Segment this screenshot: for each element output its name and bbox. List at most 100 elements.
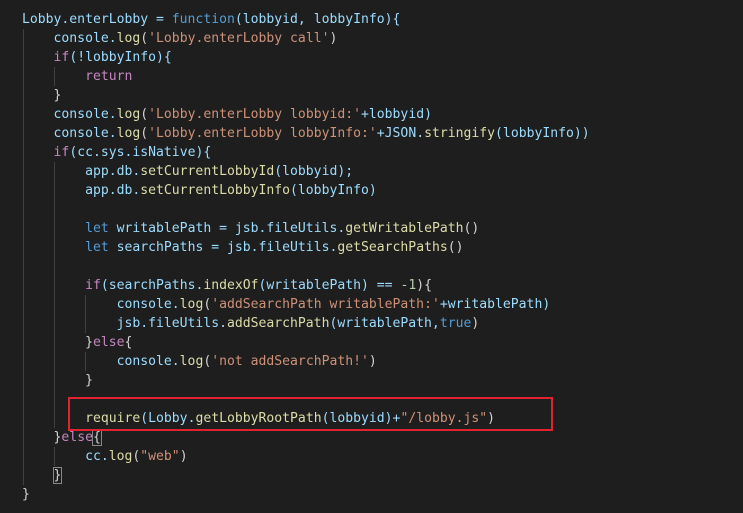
code-token: function	[171, 12, 235, 27]
code-token: let	[85, 221, 109, 236]
code-line[interactable]: jsb.fileUtils.addSearchPath(writablePath…	[22, 314, 480, 333]
code-token: (!lobbyInfo){	[69, 50, 172, 65]
code-token: +JSON.	[376, 126, 425, 141]
code-line[interactable]: }	[22, 371, 93, 390]
code-token: )	[368, 354, 377, 369]
code-token: (writablePath,	[329, 316, 440, 331]
code-token: )	[329, 31, 338, 46]
code-line[interactable]: cc.log("web")	[22, 447, 188, 466]
code-line[interactable]: }	[22, 466, 63, 485]
code-line[interactable]: app.db.setCurrentLobbyId(lobbyid);	[22, 162, 353, 181]
code-token: if	[53, 145, 70, 160]
code-token: stringify	[424, 126, 496, 141]
code-token: log	[179, 297, 204, 312]
code-token: ){	[416, 278, 432, 293]
code-line[interactable]: console.log('Lobby.enterLobby lobbyInfo:…	[22, 124, 590, 143]
code-line[interactable]: }else{	[22, 333, 132, 352]
code-line[interactable]: console.log('Lobby.enterLobby call')	[22, 29, 338, 48]
code-line[interactable]: console.log('not addSearchPath!')	[22, 352, 377, 371]
code-token: 'Lobby.enterLobby lobbyid:'	[148, 107, 362, 122]
code-token: (lobbyid);	[274, 164, 354, 179]
code-token: setCurrentLobbyInfo	[140, 183, 291, 198]
code-token: let	[85, 240, 109, 255]
code-token: true	[439, 316, 472, 331]
code-line[interactable]: if(cc.sys.isNative){	[22, 143, 212, 162]
code-token: (lobbyid, lobbyInfo){	[234, 12, 401, 27]
code-editor[interactable]: Lobby.enterLobby = function(lobbyid, lob…	[0, 0, 743, 513]
code-token: (searchPaths.	[100, 278, 204, 293]
code-line[interactable]: let searchPaths = jsb.fileUtils.getSearc…	[22, 238, 464, 257]
code-token: log	[116, 126, 141, 141]
code-line[interactable]: let writablePath = jsb.fileUtils.getWrit…	[22, 219, 479, 238]
code-line[interactable]: console.log('Lobby.enterLobby lobbyid:'+…	[22, 105, 432, 124]
code-token: log	[116, 31, 141, 46]
code-token: ()	[447, 240, 464, 255]
code-line[interactable]: return	[22, 67, 132, 86]
code-token: Lobby.enterLobby =	[22, 12, 172, 27]
code-line[interactable]: app.db.setCurrentLobbyInfo(lobbyInfo)	[22, 181, 377, 200]
code-token: (lobbyInfo)	[290, 183, 377, 198]
code-token: {	[124, 335, 133, 350]
code-token: console.	[22, 297, 180, 312]
code-line[interactable]: }	[22, 86, 62, 105]
code-line[interactable]: }	[22, 485, 30, 504]
code-token: (	[140, 31, 149, 46]
code-token: console.	[22, 107, 117, 122]
code-line[interactable]: Lobby.enterLobby = function(lobbyid, lob…	[22, 10, 400, 29]
code-token: searchPaths = jsb.fileUtils.	[108, 240, 338, 255]
code-token: (writablePath) ==	[258, 278, 401, 293]
code-token: cc.	[22, 449, 109, 464]
code-line[interactable]: if(searchPaths.indexOf(writablePath) == …	[22, 276, 432, 295]
code-token: }	[22, 487, 30, 502]
code-token: console.	[22, 126, 117, 141]
code-token: indexOf	[203, 278, 259, 293]
code-token: ()	[463, 221, 480, 236]
code-token: }	[22, 335, 93, 350]
code-token: {	[91, 429, 102, 446]
code-token: writablePath = jsb.fileUtils.	[108, 221, 346, 236]
code-token: if	[85, 278, 101, 293]
code-token: (lobbyInfo))	[495, 126, 590, 141]
code-token: }	[52, 467, 63, 484]
code-token: log	[179, 354, 204, 369]
code-token: else	[92, 335, 125, 350]
code-token: )	[471, 316, 480, 331]
code-token: app.db.	[22, 183, 141, 198]
code-token: (	[140, 107, 149, 122]
code-token: )	[179, 449, 188, 464]
code-token: console.	[22, 354, 180, 369]
code-token: console.	[22, 31, 117, 46]
code-token: (	[140, 126, 149, 141]
code-token: (cc.sys.isNative){	[69, 145, 212, 160]
code-token: 'Lobby.enterLobby lobbyInfo:'	[148, 126, 377, 141]
code-token: +lobbyid)	[361, 107, 432, 122]
code-token: getSearchPaths	[337, 240, 448, 255]
code-token: return	[85, 69, 133, 84]
code-token: }	[22, 430, 62, 445]
code-token: 'addSearchPath writablePath:'	[211, 297, 440, 312]
code-token: 'not addSearchPath!'	[211, 354, 369, 369]
code-token: addSearchPath	[226, 316, 330, 331]
code-token: jsb.fileUtils.	[22, 316, 227, 331]
code-token: if	[53, 50, 70, 65]
code-token: getWritablePath	[345, 221, 464, 236]
code-token: log	[116, 107, 141, 122]
code-token: +writablePath)	[439, 297, 551, 312]
code-token: 'Lobby.enterLobby call'	[148, 31, 330, 46]
code-token: -1	[400, 278, 417, 293]
code-line[interactable]: if(!lobbyInfo){	[22, 48, 172, 67]
code-token: }	[22, 88, 62, 103]
highlight-annotation-box	[68, 397, 553, 431]
code-token: log	[108, 449, 133, 464]
code-line[interactable]: console.log('addSearchPath writablePath:…	[22, 295, 551, 314]
code-token: "web"	[140, 449, 180, 464]
code-token: else	[61, 430, 93, 445]
code-token: }	[22, 373, 93, 388]
